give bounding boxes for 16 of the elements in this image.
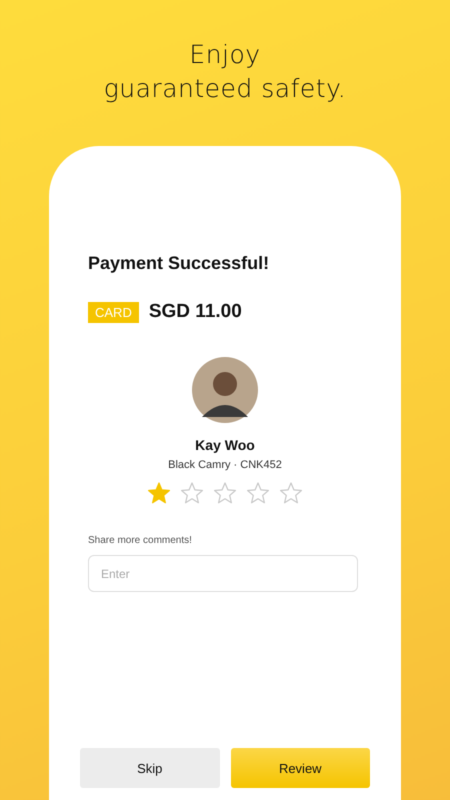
review-button[interactable]: Review	[230, 748, 370, 788]
payment-method-badge: CARD	[88, 302, 139, 322]
comments-label: Share more comments!	[88, 535, 193, 546]
skip-button[interactable]: Skip	[80, 748, 220, 788]
star-icon[interactable]	[147, 481, 171, 505]
payment-title: Payment Successful!	[88, 253, 270, 274]
vehicle-info: Black Camry · CNK452	[168, 459, 282, 471]
payment-amount: SGD 11.00	[148, 301, 242, 323]
headline: Enjoy guaranteed safety.	[104, 39, 346, 105]
comments-field[interactable]: Enter	[88, 555, 358, 592]
star-icon[interactable]	[279, 481, 303, 505]
avatar	[192, 357, 258, 423]
driver-name: Kay Woo	[195, 437, 255, 453]
star-icon[interactable]	[180, 481, 204, 505]
star-icon[interactable]	[246, 481, 270, 505]
star-icon[interactable]	[213, 481, 237, 505]
